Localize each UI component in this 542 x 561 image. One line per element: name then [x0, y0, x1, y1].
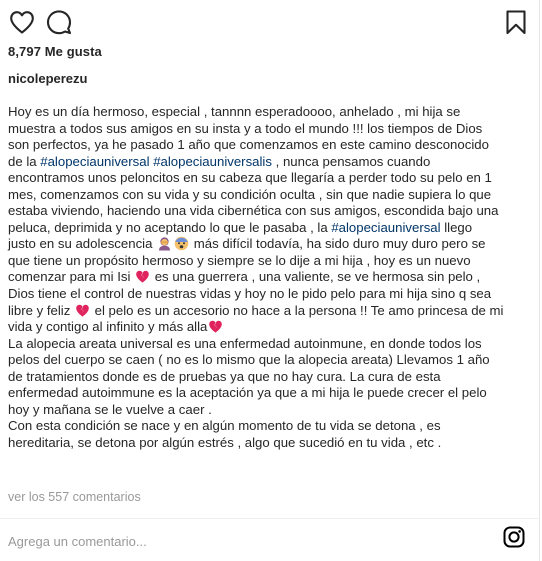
- like-button[interactable]: [8, 8, 36, 36]
- caption-line: pelos del cuerpo se caen ( no es lo mism…: [8, 352, 536, 369]
- caption-line: comenzar para mi Isi es una guerrera , u…: [8, 269, 536, 286]
- caption-text: , nunca pensamos cuando: [271, 153, 431, 169]
- caption-line: peluca, deprimida y no aceptando lo que …: [8, 220, 536, 237]
- view-comments-link[interactable]: ver los 557 comentarios: [8, 490, 141, 504]
- caption-text: más difícil todavía, ha sido duro muy du…: [190, 236, 486, 252]
- broken-heart-emoji: [136, 271, 149, 284]
- caption-line: de la #alopeciauniversal #alopeciauniver…: [8, 154, 536, 171]
- comment-bubble-icon: [46, 10, 72, 35]
- heart-icon: [10, 11, 34, 34]
- action-bar: [8, 8, 530, 38]
- caption-text: llego: [440, 219, 473, 235]
- caption-text: enfermedad autoimmune es la aceptación y…: [8, 385, 487, 401]
- caption-text: comenzar para mi Isi: [8, 269, 135, 285]
- caption-line: Con esta condición se nace y en algún mo…: [8, 418, 536, 435]
- caption-line: encontramos unos peloncitos en su cabeza…: [8, 170, 536, 187]
- caption-text: de la: [8, 153, 41, 169]
- caption-text: peluca, deprimida y no aceptando lo que …: [8, 219, 332, 235]
- caption-text: La alopecia areata universal es una enfe…: [8, 335, 482, 351]
- bookmark-icon: [506, 10, 526, 35]
- caption-line: Dios tiene el control de nuestras vidas …: [8, 286, 536, 303]
- caption-line: justo en su adolescencia más difícil tod…: [8, 236, 536, 253]
- instagram-button[interactable]: [503, 526, 525, 548]
- caption-text: hereditaria, se detona por algún estrés …: [8, 434, 442, 450]
- author-username[interactable]: nicoleperezu: [8, 71, 87, 86]
- caption-line: son perfectos, ya he pasado 1 año que co…: [8, 137, 536, 154]
- caption-text: muestra a todos sus amigos en su insta y…: [8, 120, 483, 136]
- caption-text: mes, comenzamos con su vida y su condici…: [8, 186, 492, 202]
- caption-text: vida y contigo al infinito y más alla: [8, 319, 208, 335]
- fearful-face-emoji: [174, 237, 189, 251]
- post-caption: Hoy es un día hermoso, especial , tannnn…: [8, 104, 536, 451]
- caption-text: Con esta condición se nace y en algún mo…: [8, 418, 441, 434]
- broken-heart-emoji: [76, 304, 89, 317]
- caption-line: La alopecia areata universal es una enfe…: [8, 336, 536, 353]
- caption-text: es una guerrera , una valiente, se ve he…: [151, 269, 481, 285]
- caption-text: son perfectos, ya he pasado 1 año que co…: [8, 137, 489, 153]
- caption-line: de tratamientos donde es de pruebas ya q…: [8, 369, 536, 386]
- comment-button[interactable]: [45, 8, 73, 36]
- caption-line: muestra a todos sus amigos en su insta y…: [8, 121, 536, 138]
- caption-line: hereditaria, se detona por algún estrés …: [8, 435, 536, 452]
- caption-text: pelos del cuerpo se caen ( no es lo mism…: [8, 352, 490, 368]
- caption-text: justo en su adolescencia: [8, 236, 157, 252]
- caption-line: estaba viviendo, haciendo una vida ciber…: [8, 203, 536, 220]
- like-count[interactable]: 8,797 Me gusta: [8, 44, 102, 59]
- post-panel: 8,797 Me gusta nicoleperezu Hoy es un dí…: [0, 0, 540, 561]
- caption-line: hoy y mañana se le vuelve a caer .: [8, 402, 536, 419]
- caption-text: el pelo es un accesorio no hace a la per…: [90, 302, 504, 318]
- caption-text: libre y feliz: [8, 302, 74, 318]
- save-button[interactable]: [502, 8, 530, 36]
- instagram-icon: [503, 526, 525, 548]
- hashtag-link[interactable]: #alopeciauniversal: [331, 220, 440, 235]
- caption-line: enfermedad autoimmune es la aceptación y…: [8, 385, 536, 402]
- caption-line: vida y contigo al infinito y más alla: [8, 319, 536, 336]
- divider: [0, 518, 540, 519]
- caption-line: mes, comenzamos con su vida y su condici…: [8, 187, 536, 204]
- caption-line: que tiene un propósito hermoso y siempre…: [8, 253, 536, 270]
- caption-line: Hoy es un día hermoso, especial , tannnn…: [8, 104, 536, 121]
- caption-text: Hoy es un día hermoso, especial , tannnn…: [8, 104, 461, 119]
- caption-text: Dios tiene el control de nuestras vidas …: [8, 286, 492, 302]
- broken-heart-emoji: [209, 320, 223, 333]
- hashtag-link[interactable]: #alopeciauniversal: [40, 154, 149, 169]
- caption-text: estaba viviendo, haciendo una vida ciber…: [8, 203, 499, 219]
- caption-text: encontramos unos peloncitos en su cabeza…: [8, 170, 492, 186]
- caption-text: de tratamientos donde es de pruebas ya q…: [8, 368, 441, 384]
- caption-text: hoy y mañana se le vuelve a caer .: [8, 401, 212, 417]
- caption-line: libre y feliz el pelo es un accesorio no…: [8, 303, 536, 320]
- hashtag-link[interactable]: #alopeciauniversalis: [153, 154, 272, 169]
- comment-input[interactable]: [8, 532, 478, 550]
- woman-facepalming-emoji: [159, 237, 171, 251]
- caption-text: que tiene un propósito hermoso y siempre…: [8, 252, 471, 268]
